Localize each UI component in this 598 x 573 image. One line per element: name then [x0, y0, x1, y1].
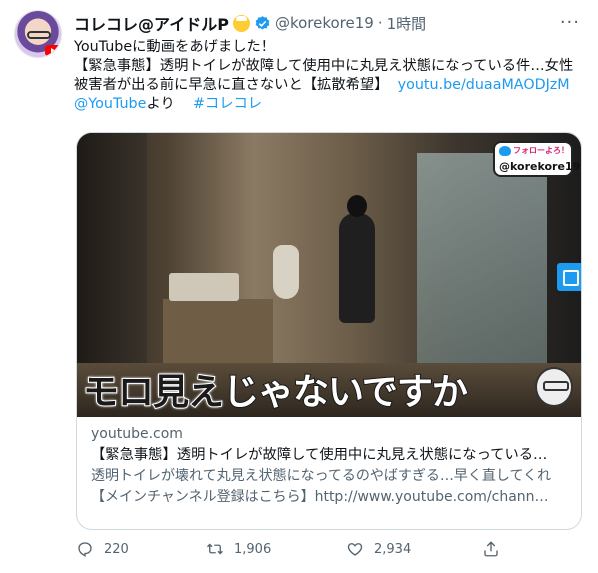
save-thumbnail-icon[interactable]: [557, 263, 581, 291]
reply-icon: [78, 542, 92, 557]
hashtag[interactable]: #コレコレ: [193, 96, 262, 112]
tweet-link[interactable]: youtu.be/duaaMAODJzM: [398, 77, 570, 93]
thumbnail-cabinet: [163, 299, 273, 363]
thumbnail-caption: モロ見えじゃないですか: [82, 363, 469, 415]
cartoon-face-icon: [535, 367, 573, 407]
tweet-suffix: より: [146, 96, 175, 112]
tweet-line1: YouTubeに動画をあげました！: [74, 39, 276, 55]
retweet-button[interactable]: 1,906: [206, 540, 271, 558]
tweet-header: コレコレ@アイドルP @korekore19 · 1時間: [74, 12, 426, 34]
tweet-text: YouTubeに動画をあげました！ 【緊急事態】透明トイレが故障して使用中に丸見…: [74, 38, 584, 114]
thumbnail-urinal: [273, 245, 299, 299]
separator-dot: ·: [377, 14, 383, 32]
grinning-face-icon: [232, 14, 250, 32]
card-title[interactable]: 【緊急事態】透明トイレが故障して使用中に丸見え状態になっている…: [91, 444, 571, 466]
thumbnail-sink: [169, 273, 239, 301]
avatar-glasses: [27, 31, 51, 39]
caption-dark: モロ見え: [82, 371, 225, 414]
like-count: 2,934: [374, 541, 412, 557]
verified-badge-icon[interactable]: [254, 15, 271, 32]
reply-button[interactable]: 220: [76, 540, 129, 558]
tweet-body-wrap: 【緊急事態】透明トイレが故障して使用中に丸見え状態になっている件…女性被害者が出…: [74, 57, 584, 114]
youtube-icon: [45, 45, 61, 56]
avatar[interactable]: [14, 10, 62, 58]
retweet-icon: [207, 543, 223, 555]
reply-count: 220: [104, 541, 129, 557]
tweet-time[interactable]: 1時間: [387, 13, 427, 34]
heart-icon: [347, 543, 363, 556]
follow-badge: フォローよろ！ @korekore19: [493, 141, 580, 177]
thumbnail-panel: [417, 153, 547, 393]
display-name[interactable]: コレコレ@アイドルP: [74, 11, 229, 35]
action-bar: 220 1,906 2,934: [76, 540, 506, 564]
video-thumbnail[interactable]: フォローよろ！ @korekore19 モロ見えじゃないですか: [77, 133, 581, 417]
thumbnail-person: [339, 195, 375, 323]
more-options-icon[interactable]: ···: [560, 12, 580, 33]
follow-badge-handle: @korekore19: [499, 160, 581, 173]
author-handle[interactable]: @korekore19: [275, 14, 374, 32]
retweet-count: 1,906: [234, 541, 272, 557]
share-button[interactable]: [482, 540, 500, 558]
follow-badge-text: フォローよろ！: [513, 146, 569, 155]
card-meta: youtube.com 【緊急事態】透明トイレが故障して使用中に丸見え状態になっ…: [91, 425, 571, 508]
share-icon: [484, 541, 498, 557]
like-button[interactable]: 2,934: [346, 540, 411, 558]
mention-youtube[interactable]: @YouTube: [74, 96, 146, 112]
caption-light: じゃないですか: [222, 371, 469, 414]
twitter-bird-icon: [499, 146, 511, 156]
link-card[interactable]: フォローよろ！ @korekore19 モロ見えじゃないですか youtube.…: [76, 132, 582, 530]
card-description: 透明トイレが壊れて丸見え状態になってるのやばすぎる…早く直してくれ【メインチャン…: [91, 468, 552, 505]
card-domain: youtube.com: [91, 426, 183, 442]
